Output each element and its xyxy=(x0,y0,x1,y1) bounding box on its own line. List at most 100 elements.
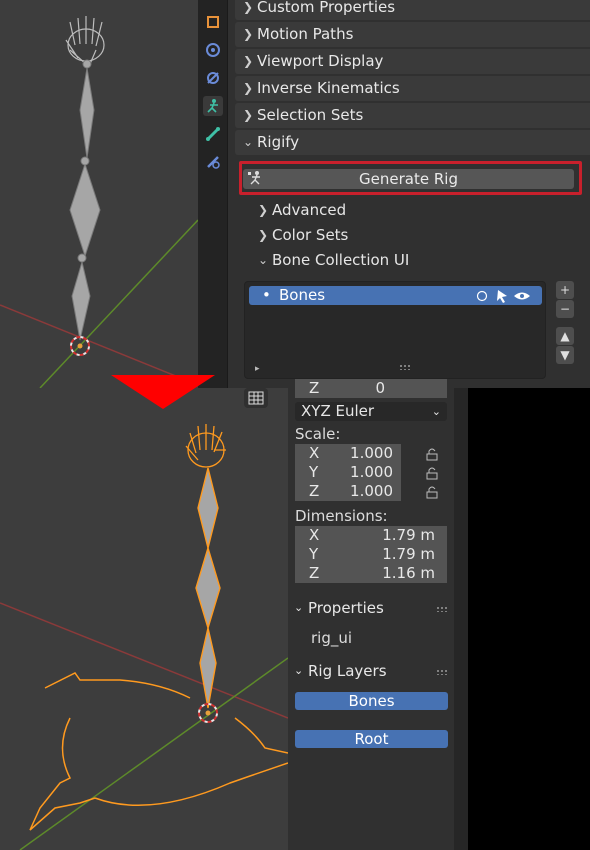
panel-rigify[interactable]: ⌄ Rigify xyxy=(235,130,590,155)
panel-inverse-kinematics[interactable]: ❯ Inverse Kinematics xyxy=(235,76,590,101)
axis-label: Z xyxy=(309,379,320,397)
scale-x-field[interactable]: X 1.000 xyxy=(295,444,401,463)
dimension-x-field[interactable]: X 1.79 m xyxy=(295,526,447,545)
chevron-down-icon: ⌄ xyxy=(258,253,269,267)
axis-value: 1.000 xyxy=(350,444,393,462)
lock-icon[interactable] xyxy=(425,447,439,461)
axis-label: Y xyxy=(309,545,319,563)
axis-label: Z xyxy=(309,482,320,500)
scale-z-field[interactable]: Z 1.000 xyxy=(295,482,401,501)
list-resize-grip-icon[interactable] xyxy=(399,364,411,370)
list-item[interactable]: • Bones xyxy=(249,286,542,305)
top-viewport-drawing xyxy=(0,16,198,388)
panel-selection-sets[interactable]: ❯ Selection Sets xyxy=(235,103,590,128)
x-axis-line xyxy=(0,602,288,719)
modifier-icon[interactable] xyxy=(203,40,223,60)
axis-label: Z xyxy=(309,564,320,582)
physics-icon[interactable] xyxy=(203,68,223,88)
chevron-right-icon: ❯ xyxy=(243,0,254,14)
drag-grip-icon[interactable] xyxy=(436,606,448,612)
panel-label: Selection Sets xyxy=(257,106,364,124)
transition-arrow-icon xyxy=(111,375,215,409)
dimension-y-field[interactable]: Y 1.79 m xyxy=(295,545,447,564)
layer-root-button[interactable]: Root xyxy=(295,730,448,748)
grid-icon xyxy=(248,391,264,405)
y-axis-line xyxy=(19,657,288,850)
panel-label: Rigify xyxy=(257,133,300,151)
subpanel-label: Advanced xyxy=(272,201,347,219)
root-control-widget xyxy=(29,672,288,831)
bottom-viewport-drawing xyxy=(0,424,288,850)
top-3d-viewport[interactable] xyxy=(0,0,198,388)
rig-layers-section-header[interactable]: ⌄ Rig Layers xyxy=(294,662,387,680)
add-collection-button[interactable]: + xyxy=(556,281,574,299)
bone-collection-list[interactable]: • Bones ▸ xyxy=(244,281,546,379)
arm-bones xyxy=(195,467,221,709)
chevron-right-icon: ❯ xyxy=(258,203,269,217)
panel-label: Inverse Kinematics xyxy=(257,79,400,97)
subpanel-color-sets[interactable]: ❯ Color Sets xyxy=(258,224,348,246)
panel-motion-paths[interactable]: ❯ Motion Paths xyxy=(235,22,590,47)
subpanel-advanced[interactable]: ❯ Advanced xyxy=(258,199,346,221)
lock-icon[interactable] xyxy=(425,466,439,480)
axis-label: X xyxy=(309,526,320,544)
move-up-button[interactable]: ▲ xyxy=(556,327,574,345)
layer-bones-button[interactable]: Bones xyxy=(295,692,448,710)
rotation-z-field[interactable]: Z 0 xyxy=(295,379,447,398)
sidebar-vertical-tabs[interactable] xyxy=(454,388,468,850)
armature-pose-icon xyxy=(247,170,263,191)
chevron-right-icon: ❯ xyxy=(258,228,269,242)
bullet-icon: • xyxy=(262,286,271,304)
panel-label: Viewport Display xyxy=(257,52,384,70)
bottom-3d-viewport[interactable] xyxy=(0,388,288,850)
hand-bones xyxy=(185,424,226,468)
lock-icon[interactable] xyxy=(425,485,439,499)
bone-constraint-icon[interactable] xyxy=(203,152,223,172)
axis-value: 1.000 xyxy=(350,463,393,481)
sidebar-item-panel: Z 0 XYZ Euler ⌄ Scale: X 1.000 Y 1.000 Z 1.… xyxy=(288,379,454,850)
dimensions-label: Dimensions: xyxy=(295,507,388,525)
chevron-right-icon: ❯ xyxy=(243,108,254,122)
select-icon xyxy=(497,290,507,303)
chevron-right-icon: ❯ xyxy=(243,81,254,95)
y-axis-line xyxy=(39,219,198,388)
generate-rig-button[interactable]: Generate Rig xyxy=(243,169,574,189)
rotation-mode-dropdown[interactable]: XYZ Euler ⌄ xyxy=(295,402,447,421)
scale-y-field[interactable]: Y 1.000 xyxy=(295,463,401,482)
scale-label: Scale: xyxy=(295,425,341,443)
chevron-down-icon: ⌄ xyxy=(431,405,441,418)
panel-label: Custom Properties xyxy=(257,0,396,16)
section-label: Rig Layers xyxy=(308,662,387,680)
panel-custom-properties[interactable]: ❯ Custom Properties xyxy=(235,0,590,20)
section-label: Properties xyxy=(308,599,384,617)
move-down-button[interactable]: ▼ xyxy=(556,346,574,364)
chevron-right-icon: ❯ xyxy=(243,54,254,68)
drag-grip-icon[interactable] xyxy=(436,669,448,675)
bone-collection-name: Bones xyxy=(279,286,326,304)
dimension-z-field[interactable]: Z 1.16 m xyxy=(295,564,447,583)
perspective-toggle-button[interactable] xyxy=(244,388,268,408)
bone-icon[interactable] xyxy=(203,124,223,144)
chevron-down-icon: ⌄ xyxy=(243,135,254,149)
object-icon[interactable] xyxy=(203,12,223,32)
subpanel-bone-collection-ui[interactable]: ⌄ Bone Collection UI xyxy=(258,249,409,271)
expand-triangle-icon[interactable]: ▸ xyxy=(255,364,260,374)
chevron-right-icon: ❯ xyxy=(243,27,254,41)
subpanel-label: Bone Collection UI xyxy=(272,251,410,269)
property-item: rig_ui xyxy=(311,629,353,647)
axis-label: X xyxy=(309,444,320,462)
axis-label: Y xyxy=(309,463,319,481)
axis-value: 1.16 m xyxy=(382,564,435,582)
subpanel-label: Color Sets xyxy=(272,226,349,244)
axis-value: 0 xyxy=(375,379,385,397)
rotation-mode-value: XYZ Euler xyxy=(301,402,375,420)
properties-section-header[interactable]: ⌄ Properties xyxy=(294,599,384,617)
properties-editor: ❯ Custom Properties ❯ Motion Paths ❯ Vie… xyxy=(228,0,590,388)
axis-value: 1.000 xyxy=(350,482,393,500)
generate-rig-label: Generate Rig xyxy=(359,170,458,188)
empty-region xyxy=(468,388,590,850)
armature-data-icon[interactable] xyxy=(203,96,223,116)
remove-collection-button[interactable]: − xyxy=(556,300,574,318)
properties-tab-strip xyxy=(198,0,228,388)
panel-viewport-display[interactable]: ❯ Viewport Display xyxy=(235,49,590,74)
